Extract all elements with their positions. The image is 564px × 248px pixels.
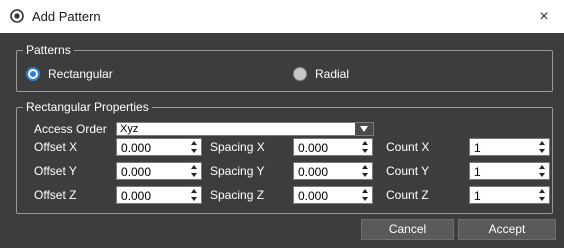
spacing-z-label: Spacing Z — [210, 188, 265, 202]
radio-radial[interactable]: Radial — [293, 67, 349, 81]
offset-x-stepper[interactable]: 0.000 — [116, 138, 202, 156]
spacing-x-value: 0.000 — [298, 141, 329, 155]
spacing-y-stepper[interactable]: 0.000 — [293, 162, 373, 180]
spacing-x-stepper[interactable]: 0.000 — [293, 138, 373, 156]
spin-arrows-icon[interactable] — [361, 140, 369, 154]
radio-rectangular-label: Rectangular — [48, 67, 113, 81]
count-y-stepper[interactable]: 1 — [469, 162, 550, 180]
spacing-x-label: Spacing X — [210, 140, 265, 154]
offset-x-label: Offset X — [34, 140, 78, 154]
offset-z-value: 0.000 — [121, 189, 152, 203]
offset-y-label: Offset Y — [34, 164, 77, 178]
spacing-z-stepper[interactable]: 0.000 — [293, 186, 373, 204]
count-z-stepper[interactable]: 1 — [469, 186, 550, 204]
title-bar: Add Pattern × — [0, 0, 564, 33]
spin-arrows-icon[interactable] — [190, 164, 198, 178]
count-y-value: 1 — [474, 165, 481, 179]
radio-radial-indicator[interactable] — [293, 67, 307, 81]
offset-x-value: 0.000 — [121, 141, 152, 155]
spin-arrows-icon[interactable] — [361, 164, 369, 178]
spin-arrows-icon[interactable] — [538, 164, 546, 178]
access-order-value: Xyz — [120, 123, 139, 135]
spin-arrows-icon[interactable] — [190, 140, 198, 154]
offset-z-stepper[interactable]: 0.000 — [116, 186, 202, 204]
spacing-y-value: 0.000 — [298, 165, 329, 179]
spin-arrows-icon[interactable] — [538, 140, 546, 154]
access-order-label: Access Order — [34, 122, 107, 136]
count-y-label: Count Y — [386, 164, 430, 178]
offset-y-stepper[interactable]: 0.000 — [116, 162, 202, 180]
radio-rectangular-indicator[interactable] — [26, 67, 40, 81]
access-order-dropdown-button[interactable] — [355, 123, 373, 135]
radio-radial-label: Radial — [315, 67, 350, 81]
spin-arrows-icon[interactable] — [361, 188, 369, 202]
accept-button[interactable]: Accept — [458, 219, 556, 240]
chevron-down-icon — [360, 126, 368, 132]
offset-y-value: 0.000 — [121, 165, 152, 179]
access-order-select[interactable]: Xyz — [116, 122, 374, 136]
window-title: Add Pattern — [32, 9, 101, 24]
count-x-value: 1 — [474, 141, 481, 155]
count-z-value: 1 — [474, 189, 481, 203]
rectangular-properties-legend: Rectangular Properties — [23, 100, 152, 114]
app-target-icon — [10, 9, 24, 23]
spacing-y-label: Spacing Y — [210, 164, 265, 178]
cancel-button[interactable]: Cancel — [361, 219, 454, 240]
count-x-label: Count X — [386, 140, 430, 154]
count-x-stepper[interactable]: 1 — [469, 138, 550, 156]
close-button[interactable]: × — [524, 0, 564, 33]
spin-arrows-icon[interactable] — [190, 188, 198, 202]
spacing-z-value: 0.000 — [298, 189, 329, 203]
radio-rectangular[interactable]: Rectangular — [26, 67, 113, 81]
spin-arrows-icon[interactable] — [538, 188, 546, 202]
offset-z-label: Offset Z — [34, 188, 77, 202]
count-z-label: Count Z — [386, 188, 429, 202]
patterns-legend: Patterns — [23, 43, 74, 57]
